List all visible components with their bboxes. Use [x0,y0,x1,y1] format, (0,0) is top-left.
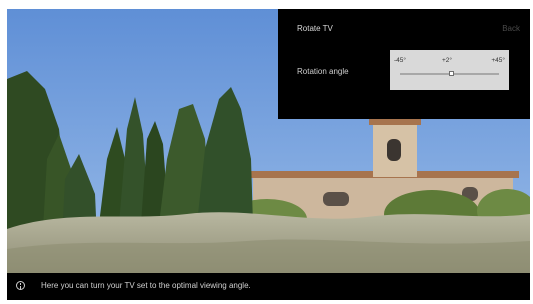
panel-title: Rotate TV [297,24,333,33]
info-message: Here you can turn your TV set to the opt… [41,281,251,290]
back-button[interactable]: Back [502,24,520,33]
rotate-tv-panel: Rotate TV Back Rotation angle -45° +2° +… [278,9,530,119]
rotation-angle-label: Rotation angle [297,67,349,76]
slider-min-label: -45° [394,57,406,64]
info-bar: Here you can turn your TV set to the opt… [7,273,530,300]
rotation-angle-slider[interactable]: -45° +2° +45° [390,50,509,90]
slider-current-value: +2° [442,57,453,64]
tv-screen: Rotate TV Back Rotation angle -45° +2° +… [7,9,530,300]
slider-thumb[interactable] [449,71,455,76]
info-icon [16,281,25,290]
slider-max-label: +45° [491,57,505,64]
